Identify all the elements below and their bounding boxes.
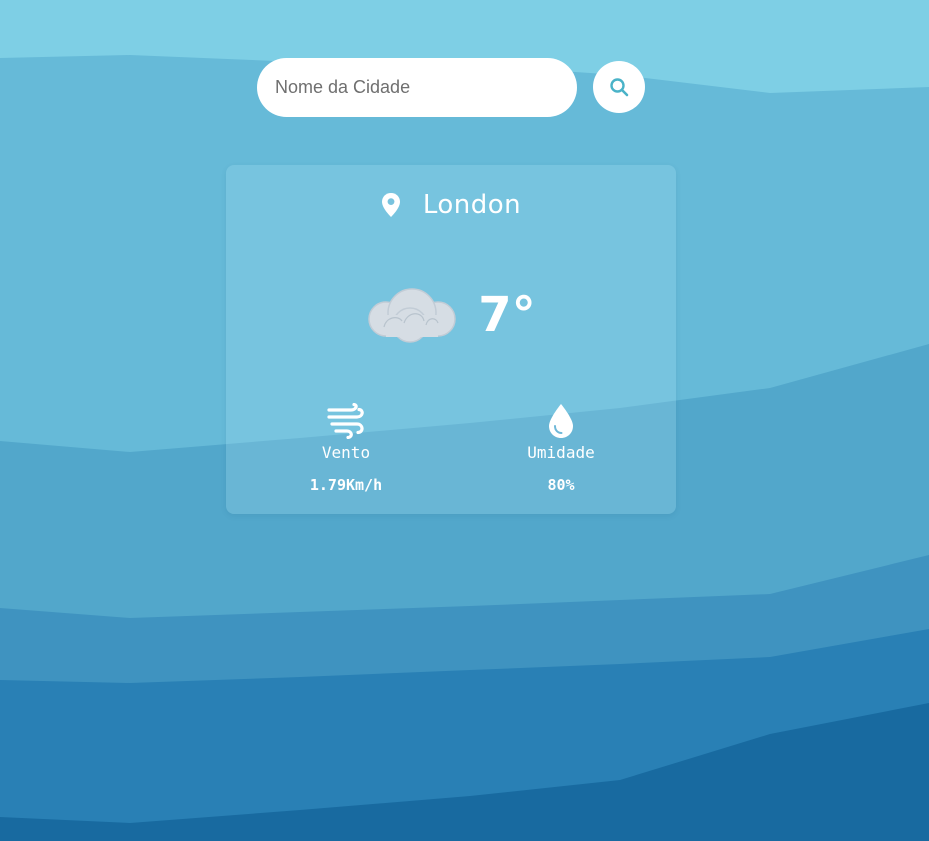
- map-pin-icon: [381, 193, 400, 217]
- cloud-icon: [368, 288, 457, 343]
- wind-stat: Vento 1.79Km/h: [276, 403, 416, 494]
- search-button[interactable]: [593, 61, 645, 113]
- wind-value: 1.79Km/h: [309, 476, 383, 494]
- weather-app: London 7°: [0, 0, 929, 841]
- wind-label: Vento: [321, 443, 371, 462]
- weather-card: London 7° Vento 1.79Km/h Umidade 80%: [226, 165, 676, 514]
- city-header: London: [226, 187, 676, 223]
- temperature-row: 7°: [226, 280, 676, 350]
- city-search-input[interactable]: [275, 58, 559, 117]
- temperature-value: 7°: [478, 287, 536, 343]
- search-icon: [610, 78, 629, 97]
- wind-icon: [327, 403, 364, 439]
- city-name: London: [422, 190, 522, 220]
- search-bar: [257, 58, 577, 117]
- humidity-label: Umidade: [527, 443, 595, 462]
- water-drop-icon: [549, 404, 573, 438]
- humidity-value: 80%: [547, 476, 575, 494]
- humidity-stat: Umidade 80%: [491, 403, 631, 494]
